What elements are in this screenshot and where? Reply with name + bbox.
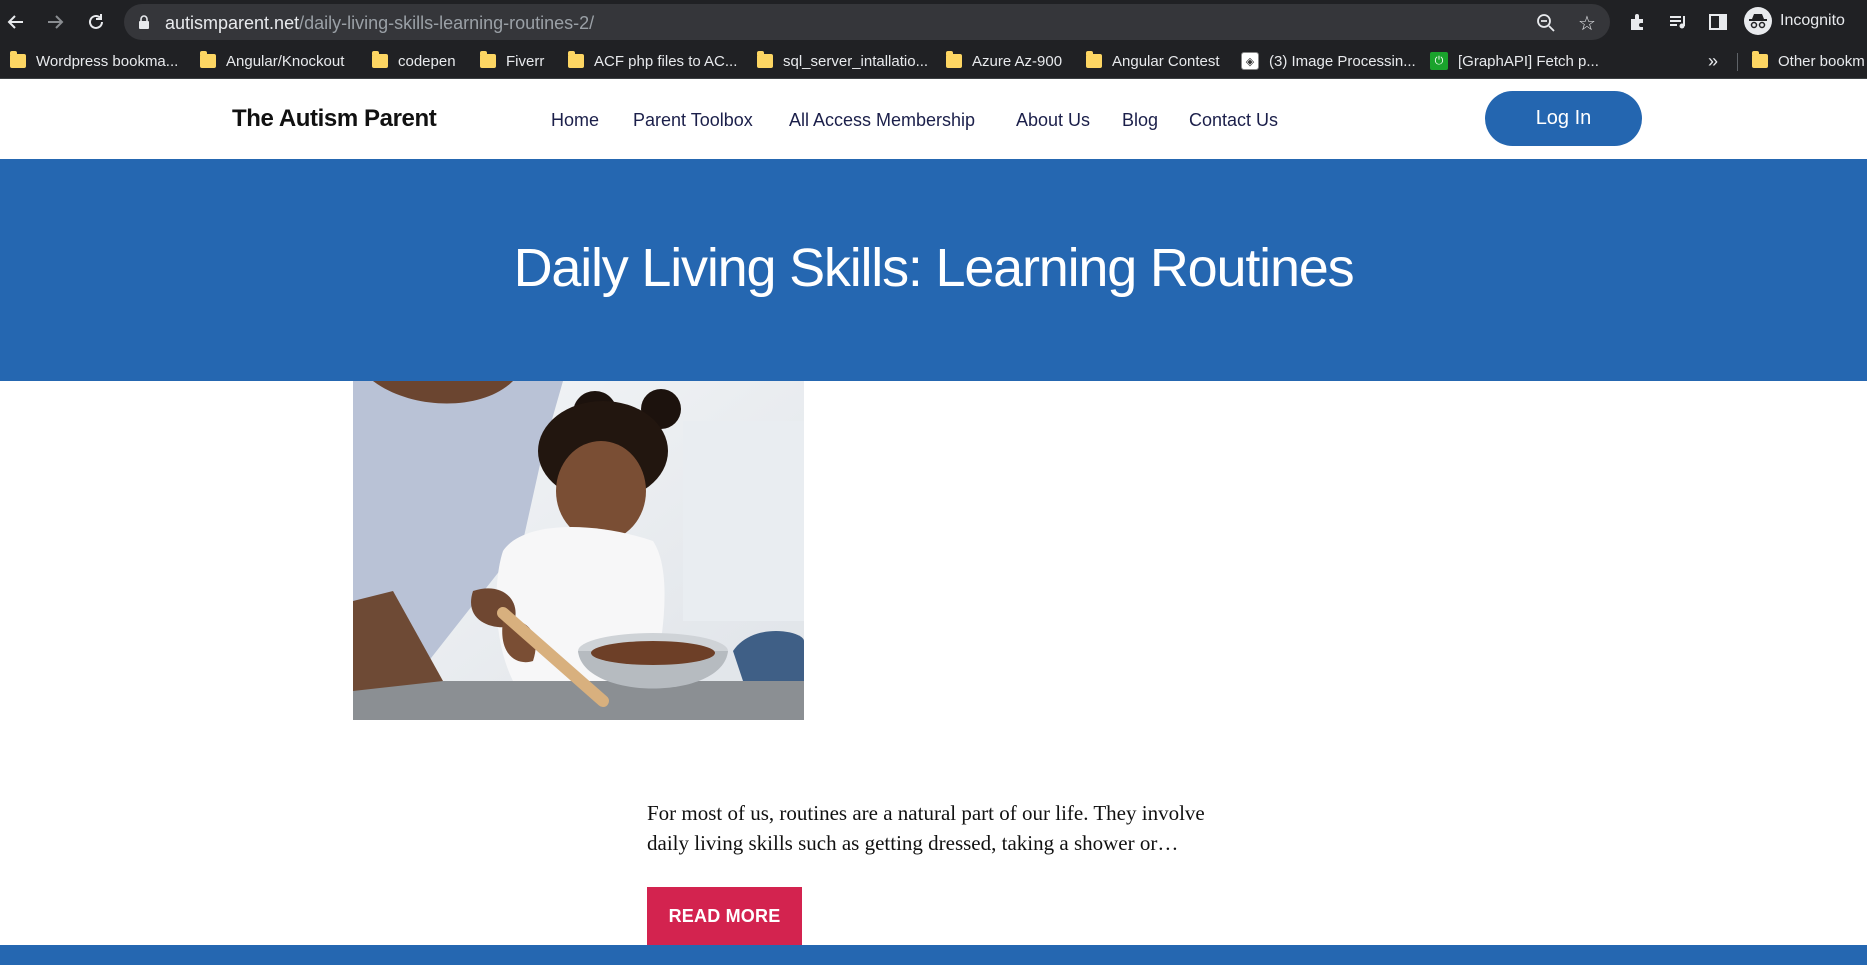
nav-blog[interactable]: Blog <box>1122 110 1158 131</box>
folder-icon <box>1752 51 1768 68</box>
footer-band <box>0 945 1867 965</box>
bookmarks-divider <box>1737 53 1738 71</box>
incognito-label: Incognito <box>1780 12 1845 29</box>
featured-image[interactable] <box>353 381 804 720</box>
bookmark-label: sql_server_intallatio... <box>783 52 929 70</box>
url-path: /daily-living-skills-learning-routines-2… <box>299 13 595 33</box>
read-more-button[interactable]: READ MORE <box>647 887 802 945</box>
bookmark-label: Angular/Knockout <box>226 52 345 70</box>
extensions-icon[interactable] <box>1626 10 1650 34</box>
bookmark-item[interactable]: Azure Az-900 <box>946 51 1062 71</box>
site-logo[interactable]: The Autism Parent <box>232 105 437 133</box>
nav-about-us[interactable]: About Us <box>1016 110 1090 131</box>
side-panel-icon[interactable] <box>1706 10 1730 34</box>
zoom-icon[interactable] <box>1535 12 1557 34</box>
site-header: The Autism Parent Home Parent Toolbox Al… <box>0 80 1867 159</box>
folder-icon <box>480 51 496 68</box>
bookmark-item[interactable]: sql_server_intallatio... <box>757 51 928 71</box>
back-icon[interactable] <box>2 8 30 36</box>
bookmark-star-icon[interactable]: ☆ <box>1576 12 1598 35</box>
media-control-icon[interactable] <box>1666 10 1690 34</box>
bookmark-label: Azure Az-900 <box>972 52 1063 70</box>
nav-contact-us[interactable]: Contact Us <box>1189 110 1278 131</box>
bookmark-label: Fiverr <box>506 52 545 70</box>
incognito-profile-button[interactable]: Incognito <box>1742 6 1860 36</box>
more-bookmarks-button[interactable]: » <box>1708 51 1718 72</box>
login-button[interactable]: Log In <box>1485 91 1642 146</box>
folder-icon <box>946 51 962 68</box>
bookmark-label: Other bookm <box>1778 52 1865 70</box>
bookmark-label: [GraphAPI] Fetch p... <box>1458 52 1599 70</box>
bookmark-item[interactable]: ⏻ [GraphAPI] Fetch p... <box>1430 51 1599 71</box>
url-text[interactable]: autismparent.net/daily-living-skills-lea… <box>165 13 594 34</box>
page-hero: Daily Living Skills: Learning Routines <box>0 159 1867 381</box>
address-bar[interactable]: autismparent.net/daily-living-skills-lea… <box>124 4 1610 40</box>
folder-icon <box>568 51 584 68</box>
folder-icon <box>372 51 388 68</box>
nav-home[interactable]: Home <box>551 110 599 131</box>
bookmark-label: codepen <box>398 52 456 70</box>
graphapi-favicon-icon: ⏻ <box>1430 52 1448 70</box>
bookmark-item[interactable]: Wordpress bookma... <box>10 51 178 71</box>
bookmark-label: Wordpress bookma... <box>36 52 179 70</box>
bookmark-label: Angular Contest <box>1112 52 1220 70</box>
post-excerpt: For most of us, routines are a natural p… <box>647 798 1227 858</box>
reload-icon[interactable] <box>82 8 110 36</box>
other-bookmarks-item[interactable]: Other bookm <box>1752 51 1865 71</box>
bookmark-item[interactable]: Fiverr <box>480 51 544 71</box>
browser-toolbar: autismparent.net/daily-living-skills-lea… <box>0 0 1867 43</box>
bookmark-item[interactable]: Angular Contest <box>1086 51 1220 71</box>
excerpt-line: For most of us, routines are a natural p… <box>647 801 1205 825</box>
image-processing-favicon-icon: ◈ <box>1241 52 1259 70</box>
bookmarks-bar: Wordpress bookma... Angular/Knockout cod… <box>0 43 1867 79</box>
nav-all-access-membership[interactable]: All Access Membership <box>789 110 975 131</box>
page-title: Daily Living Skills: Learning Routines <box>513 238 1355 298</box>
folder-icon <box>200 51 216 68</box>
bookmark-label: ACF php files to AC... <box>594 52 738 70</box>
url-host: autismparent.net <box>165 13 300 33</box>
incognito-icon <box>1744 7 1772 35</box>
folder-icon <box>1086 51 1102 68</box>
nav-parent-toolbox[interactable]: Parent Toolbox <box>633 110 753 131</box>
folder-icon <box>757 51 773 68</box>
bookmark-label: (3) Image Processin... <box>1269 52 1416 70</box>
bookmark-item[interactable]: ◈ (3) Image Processin... <box>1241 51 1416 71</box>
bookmark-item[interactable]: ACF php files to AC... <box>568 51 737 71</box>
excerpt-line: daily living skills such as getting dres… <box>647 831 1179 855</box>
bookmark-item[interactable]: Angular/Knockout <box>200 51 344 71</box>
lock-icon[interactable] <box>138 14 150 30</box>
folder-icon <box>10 51 26 68</box>
bookmark-item[interactable]: codepen <box>372 51 456 71</box>
forward-icon[interactable] <box>41 8 69 36</box>
